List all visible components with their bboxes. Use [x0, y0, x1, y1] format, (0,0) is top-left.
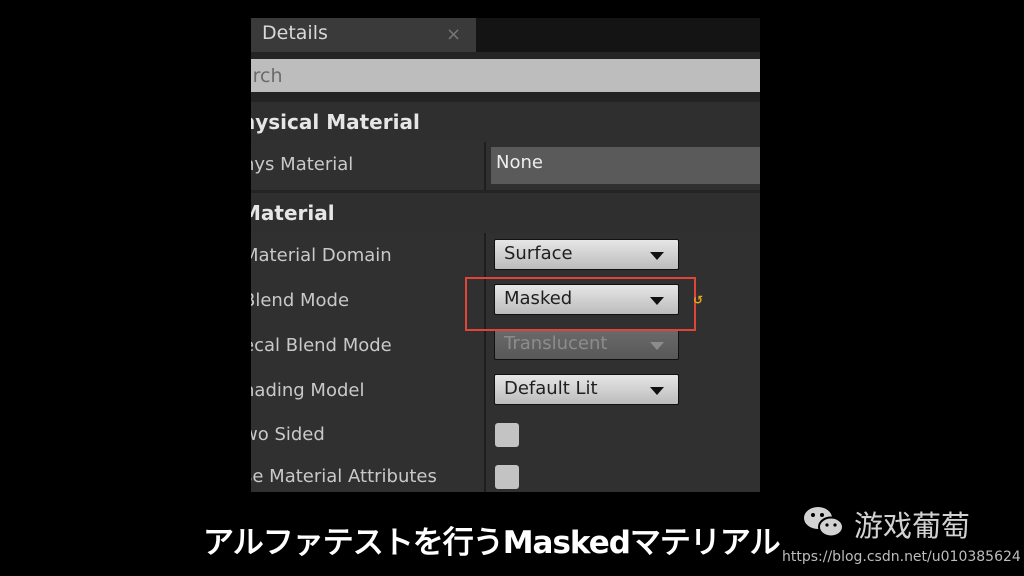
- chevron-down-icon: [650, 342, 664, 350]
- reset-to-default-icon[interactable]: ↺: [693, 293, 703, 307]
- chevron-down-icon: [650, 387, 664, 395]
- details-panel: Details × hysical Material hys Material …: [251, 18, 760, 492]
- dropdown-value: Surface: [504, 243, 573, 264]
- property-label: Blend Mode: [251, 290, 350, 311]
- dropdown-value: Default Lit: [504, 378, 598, 399]
- property-label: hading Model: [251, 380, 365, 401]
- two-sided-checkbox[interactable]: [495, 423, 519, 447]
- tab-details[interactable]: Details ×: [251, 18, 476, 52]
- brand-text: 游戏葡萄: [854, 509, 971, 543]
- property-label: hys Material: [251, 154, 354, 175]
- column-divider[interactable]: [484, 233, 486, 492]
- property-label: se Material Attributes: [251, 466, 437, 487]
- material-properties: Material Domain Surface Blend Mode Maske…: [251, 233, 760, 492]
- use-material-attributes-checkbox[interactable]: [495, 465, 519, 489]
- material-domain-dropdown[interactable]: Surface: [494, 239, 679, 270]
- property-label: Material Domain: [251, 245, 392, 266]
- column-divider[interactable]: [484, 142, 486, 190]
- highlight-box: [465, 277, 696, 331]
- search-bar: [251, 59, 760, 92]
- category-title: hysical Material: [251, 110, 420, 134]
- field-value: None: [496, 152, 543, 173]
- caption: アルファテストを行うMaskedマテリアル: [203, 525, 781, 561]
- source-url: https://blog.csdn.net/u010385624: [782, 549, 1021, 565]
- phys-material-field[interactable]: None: [491, 147, 760, 184]
- shading-model-dropdown[interactable]: Default Lit: [494, 374, 679, 405]
- category-title: Material: [251, 201, 335, 225]
- row-phys-material: hys Material None: [251, 142, 760, 190]
- wechat-icon: [804, 507, 844, 538]
- tab-label: Details: [262, 22, 328, 44]
- category-physical-material[interactable]: hysical Material: [251, 102, 760, 142]
- decal-blend-mode-dropdown: Translucent: [494, 329, 679, 360]
- search-input[interactable]: [251, 59, 731, 92]
- property-label: wo Sided: [251, 424, 325, 445]
- property-label: ecal Blend Mode: [251, 335, 392, 356]
- tab-bar: Details ×: [251, 18, 760, 52]
- close-icon[interactable]: ×: [446, 24, 461, 45]
- dropdown-value: Translucent: [504, 333, 608, 354]
- category-material[interactable]: Material: [251, 193, 760, 233]
- chevron-down-icon: [650, 252, 664, 260]
